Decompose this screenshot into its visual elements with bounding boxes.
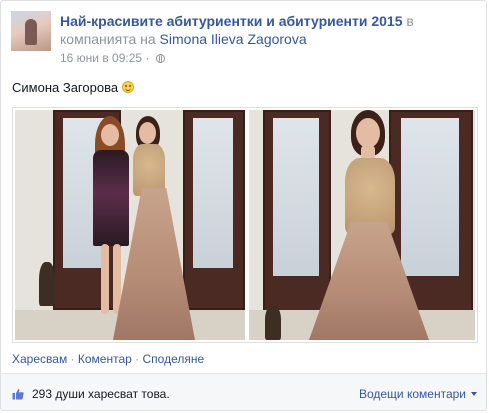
caret-down-icon [471,392,477,396]
statue [265,306,281,340]
post-meta: 16 юни в 09:25 · [60,51,165,65]
action-separator: · [135,352,140,366]
likes-label: души харесват това. [55,387,170,401]
post-actions: Харесвам · Коментар · Споделяне [12,352,204,366]
thumbs-up-icon [12,388,24,400]
feed-post: Най-красивите абитуриентки и абитуриенти… [0,0,487,411]
likes-summary[interactable]: 293 души харесват това. [32,387,170,401]
photo-album [12,107,478,343]
avatar-figure [25,19,37,45]
woman-dress [93,150,129,246]
door-left [263,110,331,314]
globe-icon[interactable] [155,54,165,63]
group-avatar[interactable] [11,11,51,51]
action-separator: · [70,352,75,366]
meta-separator: · [145,51,150,65]
door-right [183,110,245,310]
photo-left[interactable] [15,110,245,340]
group-name-link[interactable]: Най-красивите абитуриентки и абитуриенти… [60,13,403,29]
photo-right[interactable] [249,110,475,340]
comment-button[interactable]: Коментар [78,352,132,366]
post-header: Най-красивите абитуриентки и абитуриенти… [60,12,478,48]
woman-leg [101,244,109,314]
girl-face [356,118,380,148]
woman-leg [113,244,121,314]
sort-label: Водещи коментари [358,387,466,401]
tagged-user-link[interactable]: Simona Ilieva Zagorova [160,31,307,47]
door-glass [401,118,459,276]
girl-face [139,122,156,144]
smile-icon [122,81,135,93]
door-glass [193,118,233,268]
comment-sort-dropdown[interactable]: Водещи коментари [359,387,477,401]
post-timestamp[interactable]: 16 юни в 09:25 [60,51,142,65]
post-caption: Симона Загорова [12,80,135,95]
post-footer: 293 души харесват това. Водещи коментари [1,374,486,410]
caption-text: Симона Загорова [12,80,119,95]
share-button[interactable]: Споделяне [143,352,205,366]
door-glass [273,118,319,276]
likes-count: 293 [32,387,53,401]
woman-face [101,124,119,146]
statue [39,262,55,306]
like-button[interactable]: Харесвам [12,352,67,366]
